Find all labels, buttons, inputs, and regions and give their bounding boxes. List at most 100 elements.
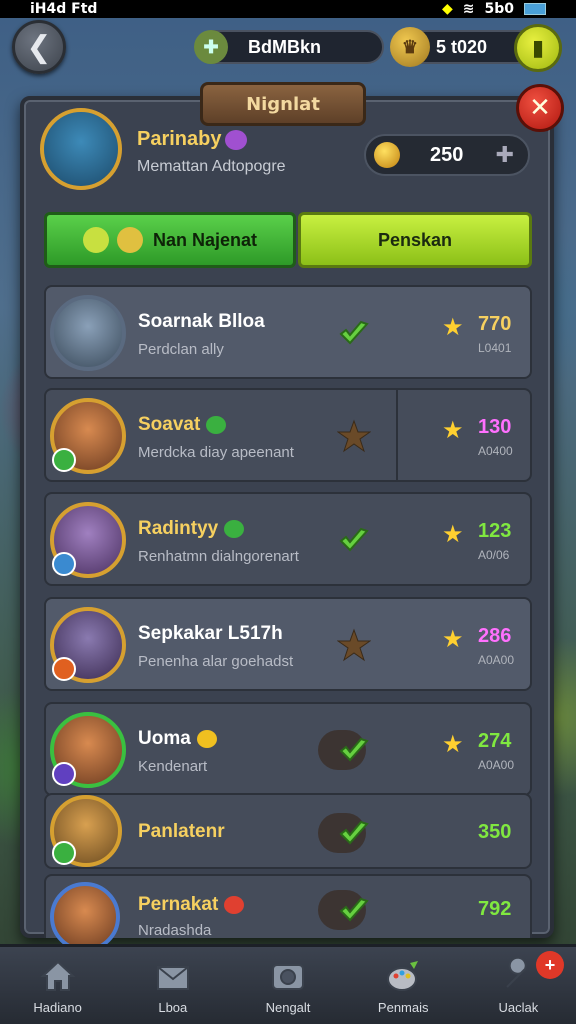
shield-icon: [116, 227, 143, 253]
avatar-badge-icon: [52, 448, 76, 472]
row-name: Uoma: [138, 728, 191, 749]
row-name: Soarnak Blloa: [138, 311, 265, 332]
tab-secondary[interactable]: Penskan: [298, 212, 532, 268]
coins-value: 250: [430, 143, 464, 166]
star-icon: ★: [442, 520, 464, 548]
panel-title: Nignlat: [200, 82, 366, 126]
star-outline-icon[interactable]: [336, 418, 372, 454]
row-score-sub: L0401: [478, 341, 512, 355]
palette-icon: [383, 956, 423, 996]
camera-icon: [268, 956, 308, 996]
close-button[interactable]: ✕: [516, 84, 564, 132]
check-icon[interactable]: [336, 315, 372, 351]
add-gold-button[interactable]: ▮: [514, 24, 562, 72]
row-subtitle: Renhatmn dialngorenart: [138, 548, 299, 565]
row-name-wrap: Radintyy: [138, 518, 245, 540]
row-name: Radintyy: [138, 518, 219, 539]
profile-subtitle: Memattan Adtopogre: [137, 158, 286, 175]
face-icon: [224, 895, 245, 914]
check-icon[interactable]: [336, 892, 372, 928]
mail-icon: [153, 956, 193, 996]
avatar: [50, 882, 120, 952]
wifi-icon: ≋: [462, 1, 475, 17]
tab-main[interactable]: Nan Najenat: [44, 212, 296, 268]
row-subtitle: Perdclan ally: [138, 341, 224, 358]
status-left-text: iH4d Ftd: [30, 1, 98, 17]
nav-item-mail[interactable]: Lboa: [115, 947, 230, 1024]
nav-item-home[interactable]: Hadiano: [0, 947, 115, 1024]
nav-item-palette[interactable]: Penmais: [346, 947, 461, 1024]
avatar-badge-icon: [52, 762, 76, 786]
row-score-sub: A0A00: [478, 758, 515, 772]
nav-label: Lboa: [158, 1000, 188, 1015]
emoji-badge-icon: [225, 129, 248, 150]
smile-icon: [196, 729, 217, 748]
back-arrow-icon: ❮: [26, 29, 52, 65]
list-item[interactable]: Soarnak Blloa Perdclan ally ★ 770 L0401: [44, 285, 532, 379]
row-score: 792: [478, 898, 512, 920]
player-name-pill[interactable]: ✚ BdMBkn: [194, 30, 384, 64]
puzzle-icon: ✚: [194, 30, 228, 64]
row-name-wrap: Pernakat: [138, 894, 245, 916]
tab-secondary-label: Penskan: [377, 229, 453, 250]
player-name: BdMBkn: [248, 36, 321, 57]
coin-icon: [374, 142, 400, 168]
list-item[interactable]: Uoma Kendenart ★ 274 A0A00: [44, 702, 532, 796]
row-score: 350: [478, 821, 512, 843]
nav-item-camera[interactable]: Nengalt: [230, 947, 345, 1024]
row-subtitle: Nradashda: [138, 922, 212, 939]
close-icon: ✕: [529, 93, 551, 123]
avatar-badge-icon: [52, 552, 76, 576]
star-icon: ★: [442, 313, 464, 341]
list-item[interactable]: Soavat Merdcka diay apeenant ★ 130 A0400: [44, 388, 532, 482]
notification-badge: +: [536, 951, 565, 979]
row-score: 770: [478, 313, 512, 335]
row-name-wrap: Uoma: [138, 728, 217, 750]
battery-icon: [524, 3, 546, 15]
nav-label: Nengalt: [265, 1000, 311, 1015]
check-icon[interactable]: [336, 732, 372, 768]
profile-avatar[interactable]: [40, 108, 122, 190]
avatar-badge-icon: [52, 657, 76, 681]
add-coins-icon[interactable]: ✚: [496, 143, 514, 168]
heart-icon: [206, 415, 227, 434]
sword-icon: [82, 227, 109, 253]
row-name: Panlatenr: [138, 821, 225, 842]
star-outline-icon[interactable]: [336, 627, 372, 663]
star-icon: ★: [442, 416, 464, 444]
profile-name: Parinaby: [137, 128, 222, 150]
row-score-sub: A0A00: [478, 653, 515, 667]
nav-label: Hadiano: [33, 1000, 82, 1015]
row-subtitle: Merdcka diay apeenant: [138, 444, 294, 461]
row-subtitle: Penenha alar goehadst: [138, 653, 294, 670]
list-item[interactable]: Panlatenr 350: [44, 793, 532, 869]
list-item[interactable]: Radintyy Renhatmn dialngorenart ★ 123 A0…: [44, 492, 532, 586]
star-icon: ★: [442, 730, 464, 758]
row-score: 274: [478, 730, 512, 752]
row-score: 130: [478, 416, 512, 438]
wrench-icon: [498, 956, 538, 996]
coins-pill[interactable]: 250 ✚: [364, 134, 530, 176]
list-item[interactable]: Sepkakar L517h Penenha alar goehadst ★ 2…: [44, 597, 532, 691]
bottom-nav: Hadiano Lboa Nengalt Penmais Uaclak +: [0, 944, 576, 1024]
status-bar: iH4d Ftd ◆ ≋ 5b0: [0, 0, 576, 18]
nav-label: Penmais: [377, 1000, 429, 1015]
row-subtitle: Kendenart: [138, 758, 208, 775]
row-score-sub: A0400: [478, 444, 513, 458]
row-divider: [396, 390, 398, 480]
row-name-wrap: Soavat: [138, 414, 227, 436]
nav-label: Uaclak: [498, 1000, 539, 1015]
row-name: Pernakat: [138, 894, 219, 915]
avatar: [50, 295, 126, 371]
location-icon: ◆: [441, 1, 453, 17]
avatar-badge-icon: [52, 841, 76, 865]
row-score: 123: [478, 520, 512, 542]
list-item[interactable]: Pernakat Nradashda 792: [44, 874, 532, 952]
check-icon[interactable]: [336, 815, 372, 851]
check-icon[interactable]: [336, 522, 372, 558]
home-icon: [38, 956, 78, 996]
back-button[interactable]: ❮: [12, 20, 66, 74]
row-name: Sepkakar L517h: [138, 623, 283, 644]
row-name: Soavat: [138, 414, 201, 435]
nav-item-tools[interactable]: Uaclak +: [461, 947, 576, 1024]
